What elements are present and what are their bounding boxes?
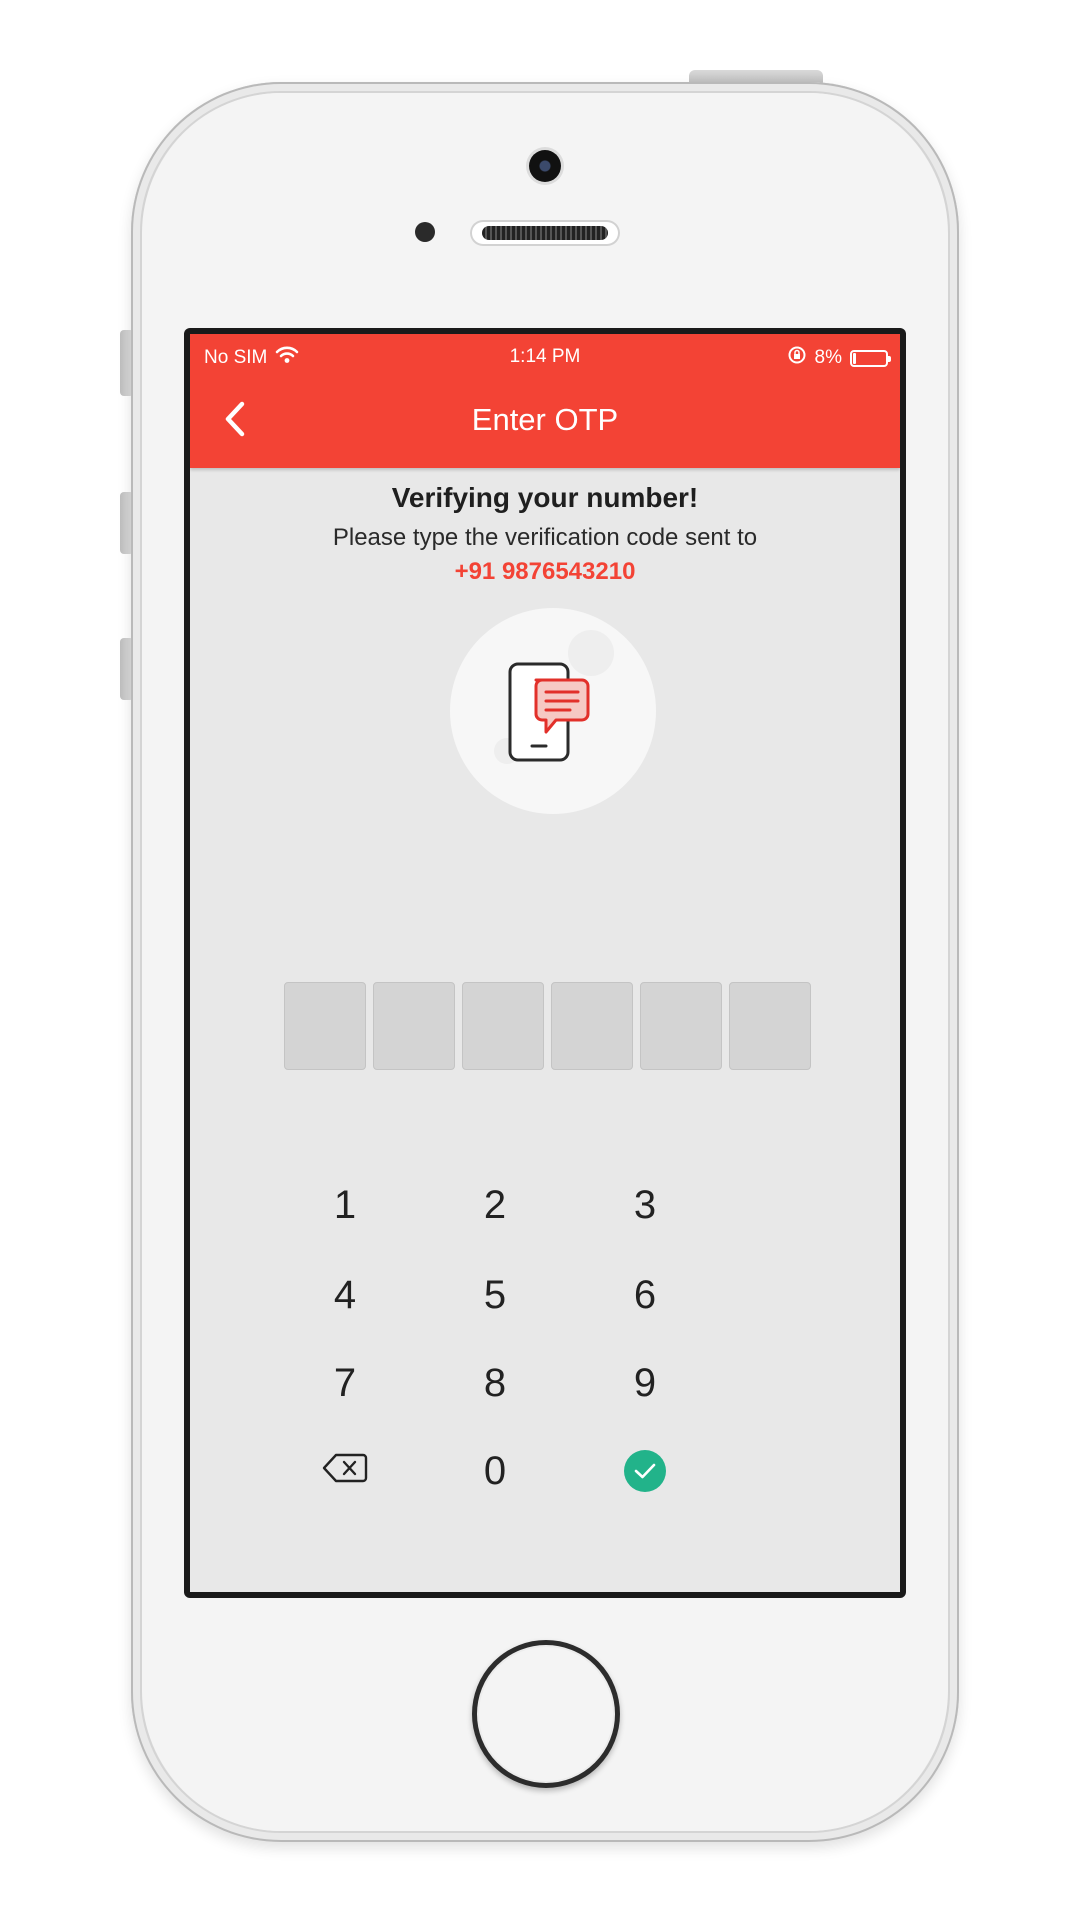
backspace-button[interactable]: [270, 1436, 420, 1506]
otp-digit-6[interactable]: [729, 982, 811, 1070]
battery-icon: [850, 349, 891, 367]
otp-digit-4[interactable]: [551, 982, 633, 1070]
otp-digit-5[interactable]: [640, 982, 722, 1070]
otp-digit-3[interactable]: [462, 982, 544, 1070]
key-8[interactable]: 8: [420, 1348, 570, 1418]
key-6[interactable]: 6: [570, 1260, 720, 1330]
key-2[interactable]: 2: [420, 1170, 570, 1240]
proximity-sensor: [415, 222, 435, 242]
confirm-button[interactable]: [570, 1436, 720, 1506]
otp-digit-1[interactable]: [284, 982, 366, 1070]
phone-number: +91 9876543210: [454, 558, 636, 585]
backspace-icon: [322, 1449, 368, 1494]
key-7[interactable]: 7: [270, 1348, 420, 1418]
verify-subtitle: Please type the verification code sent t…: [332, 524, 758, 551]
app-screen: No SIM 1:14 PM 8% Enter OTP Verifying yo…: [190, 334, 900, 1592]
otp-digit-2[interactable]: [373, 982, 455, 1070]
status-right: 8%: [787, 345, 891, 371]
key-3[interactable]: 3: [570, 1170, 720, 1240]
home-button[interactable]: [472, 1640, 620, 1788]
earpiece-speaker: [470, 220, 620, 246]
key-9[interactable]: 9: [570, 1348, 720, 1418]
app-header: No SIM 1:14 PM 8% Enter OTP: [190, 334, 900, 468]
key-5[interactable]: 5: [420, 1260, 570, 1330]
check-icon: [624, 1450, 666, 1492]
verify-content: Verifying your number! Please type the v…: [190, 468, 900, 1592]
orientation-lock-icon: [787, 345, 807, 371]
battery-percent: 8%: [814, 347, 842, 368]
otp-input-group: [284, 982, 811, 1070]
scene: No SIM 1:14 PM 8% Enter OTP Verifying yo…: [0, 0, 1080, 1920]
key-4[interactable]: 4: [270, 1260, 420, 1330]
otp-illustration: [450, 608, 656, 814]
phone-message-icon: [500, 658, 610, 773]
screen: No SIM 1:14 PM 8% Enter OTP Verifying yo…: [184, 328, 906, 1598]
status-bar: No SIM 1:14 PM 8%: [190, 334, 900, 376]
key-1[interactable]: 1: [270, 1170, 420, 1240]
battery-level: [853, 352, 856, 364]
nav-bar: Enter OTP: [190, 376, 900, 468]
key-0[interactable]: 0: [420, 1436, 570, 1506]
front-camera: [529, 150, 561, 182]
page-title: Enter OTP: [471, 402, 619, 437]
verify-title: Verifying your number!: [391, 482, 699, 513]
